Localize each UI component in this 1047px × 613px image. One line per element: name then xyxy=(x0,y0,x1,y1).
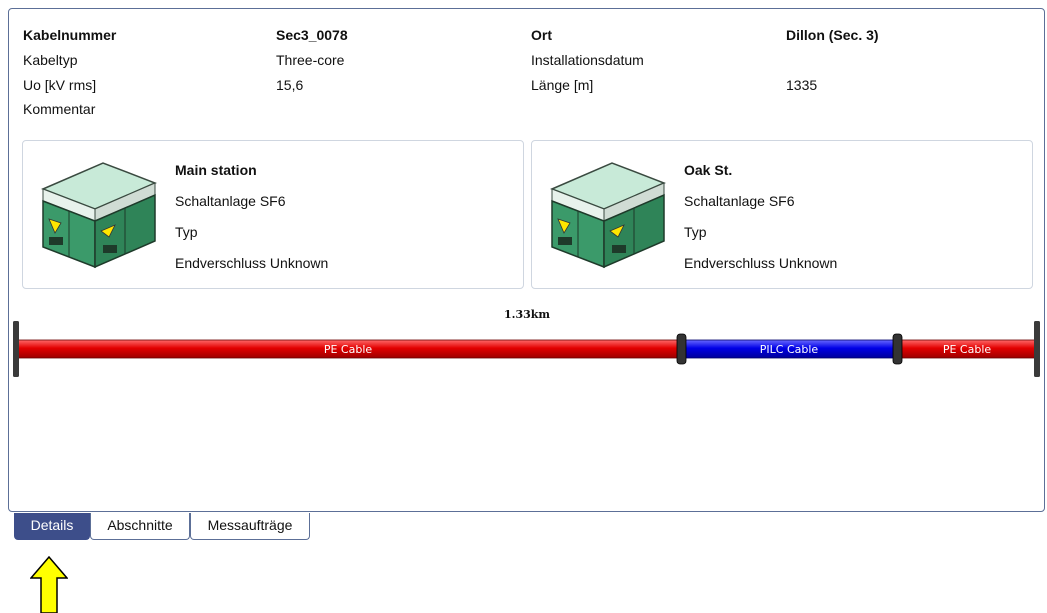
substation-icon xyxy=(550,162,666,269)
ort-value: Dillon (Sec. 3) xyxy=(786,27,879,43)
station-card-end: Oak St. Schaltanlage SF6 Typ Endverschlu… xyxy=(531,140,1033,289)
cable-section-pilc-label: PILC Cable xyxy=(760,343,819,356)
cable-section-diagram: 1.33km PE Cable PILC Cable PE Cable xyxy=(13,308,1040,377)
station-card-start: Main station Schaltanlage SF6 Typ Endver… xyxy=(22,140,524,289)
kabeltyp-label: Kabeltyp xyxy=(23,52,78,68)
cable-end-marker-left xyxy=(13,321,19,377)
station-start-typ: Typ xyxy=(175,224,198,240)
kabelnummer-label: Kabelnummer xyxy=(23,27,117,43)
cable-total-length: 1.33km xyxy=(504,308,550,321)
laenge-value: 1335 xyxy=(786,77,818,93)
cable-section-pe-1-label: PE Cable xyxy=(324,343,373,356)
station-end-endverschluss: Endverschluss Unknown xyxy=(684,255,838,271)
highlight-arrow-icon xyxy=(30,556,68,613)
station-start-schaltanlage: Schaltanlage SF6 xyxy=(175,193,286,209)
kabelnummer-value: Sec3_0078 xyxy=(276,27,348,43)
cable-joint-marker[interactable] xyxy=(892,333,903,365)
uo-value: 15,6 xyxy=(276,77,304,93)
uo-label: Uo [kV rms] xyxy=(23,77,97,93)
installationsdatum-label: Installationsdatum xyxy=(531,52,644,68)
ort-label: Ort xyxy=(531,27,552,43)
cable-end-marker-right xyxy=(1034,321,1040,377)
kabeltyp-value: Three-core xyxy=(276,52,345,68)
tab-abschnitte[interactable]: Abschnitte xyxy=(90,513,190,540)
tab-details[interactable]: Details xyxy=(14,513,90,540)
kommentar-label: Kommentar xyxy=(23,101,96,117)
station-start-endverschluss: Endverschluss Unknown xyxy=(175,255,329,271)
station-end-typ: Typ xyxy=(684,224,707,240)
station-end-name: Oak St. xyxy=(684,162,733,178)
substation-icon xyxy=(41,162,157,269)
station-start-name: Main station xyxy=(175,162,257,178)
cable-section-pe-2-label: PE Cable xyxy=(943,343,992,356)
tab-messauftraege[interactable]: Messaufträge xyxy=(190,513,310,540)
station-end-schaltanlage: Schaltanlage SF6 xyxy=(684,193,795,209)
laenge-label: Länge [m] xyxy=(531,77,594,93)
cable-joint-marker[interactable] xyxy=(676,333,687,365)
